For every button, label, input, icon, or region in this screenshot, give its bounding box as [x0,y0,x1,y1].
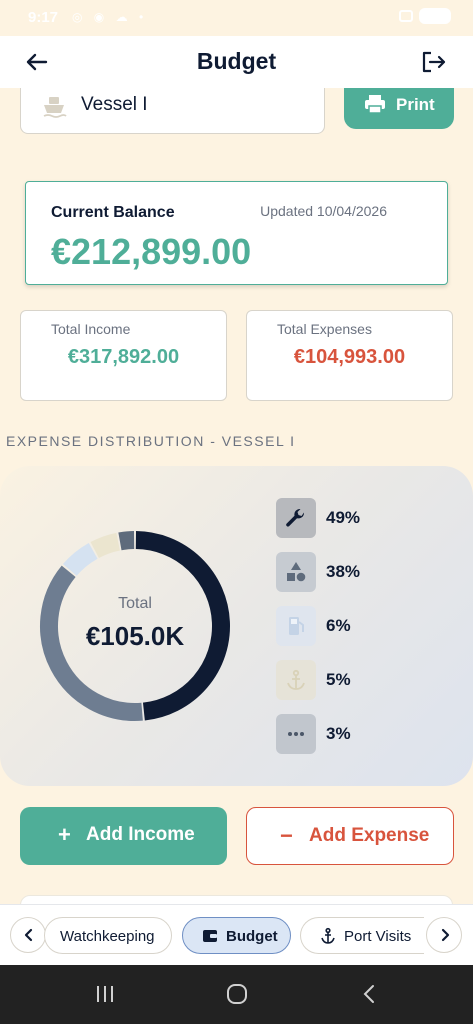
balance-title: Current Balance [51,204,175,221]
logout-icon [422,51,446,73]
vessel-name: Vessel I [81,94,148,115]
recent-apps-icon[interactable] [93,983,117,1005]
ship-icon [43,97,67,118]
notification-icons: ◎ ◉ ☁ • [72,10,148,24]
expense-distribution-title: EXPENSE DISTRIBUTION - VESSEL I [6,433,296,449]
expense-chart-card: Total €105.0K 49% 38% 6% 5% 3% [0,466,473,786]
home-icon[interactable] [225,983,249,1005]
legend-icon-box [276,606,316,646]
wifi-icon [399,10,413,22]
wallet-icon [203,930,217,942]
add-expense-button[interactable]: − Add Expense [246,807,454,865]
donut-slice [90,532,121,559]
system-back-icon[interactable] [358,983,382,1005]
vessel-selector[interactable]: Vessel I [20,88,325,134]
donut-slice [118,531,135,551]
balance-amount: €212,899.00 [51,231,252,272]
donut-slice [62,543,98,577]
print-button[interactable]: Print [344,88,454,129]
nav-scroll-right-button[interactable] [426,917,462,953]
legend-icon-box [276,552,316,592]
legend-percent: 5% [326,670,351,689]
app-header: Budget [0,36,473,88]
status-bar: 9:17 ◎ ◉ ☁ • [0,0,473,36]
total-income-value: €317,892.00 [67,346,180,368]
legend-percent: 38% [326,562,361,581]
plus-icon: + [58,822,71,847]
add-income-button[interactable]: + Add Income [20,807,227,865]
current-balance-card: Current Balance Updated 10/04/2026 €212,… [25,181,448,285]
total-expenses-card: Total Expenses €104,993.00 [246,310,453,401]
print-label: Print [396,95,435,114]
balance-updated-date: Updated 10/04/2026 [260,203,387,219]
total-expenses-label: Total Expenses [277,321,372,337]
more-icon [288,732,304,736]
total-income-card: Total Income €317,892.00 [20,310,227,401]
legend-icon-box [276,714,316,754]
legend-percent: 3% [326,724,351,743]
printer-icon [365,95,385,114]
chevron-left-icon [24,928,33,942]
shapes-icon [287,562,306,582]
legend-item-supplies: 38% [276,552,436,592]
system-nav-bar [0,965,473,1024]
tab-watchkeeping[interactable]: Watchkeeping [44,917,172,954]
status-icons [399,8,451,24]
tab-port-visits[interactable]: Port Visits [300,917,424,954]
page-title: Budget [196,48,277,74]
legend-item-other: 3% [276,714,436,754]
legend-item-fuel: 6% [276,606,436,646]
donut-total-value: €105.0K [85,621,185,651]
legend-item-port: 5% [276,660,436,700]
total-expenses-value: €104,993.00 [293,346,406,368]
tab-label: Budget [226,928,278,945]
minus-icon: − [280,823,293,848]
tab-budget[interactable]: Budget [182,917,291,954]
chevron-right-icon [441,928,450,942]
tab-label: Watchkeeping [60,928,155,945]
legend-percent: 49% [326,508,361,527]
add-expense-label: Add Expense [309,825,430,846]
tab-label: Port Visits [344,928,412,945]
wrench-icon [286,508,305,527]
donut-total-label: Total [118,595,152,612]
battery-icon [419,8,451,24]
legend-icon-box [276,498,316,538]
bottom-nav: Watchkeeping Budget Port Visits [0,904,473,965]
fuel-icon [289,617,304,635]
status-time: 9:17 [28,9,59,26]
nav-scroll-left-button[interactable] [10,917,46,953]
total-income-label: Total Income [51,321,131,337]
legend-item-maintenance: 49% [276,498,436,538]
logout-button[interactable] [419,48,449,76]
anchor-icon [287,669,305,690]
anchor-icon [321,927,335,944]
legend-percent: 6% [326,616,351,635]
add-income-label: Add Income [86,824,195,845]
legend-icon-box [276,660,316,700]
